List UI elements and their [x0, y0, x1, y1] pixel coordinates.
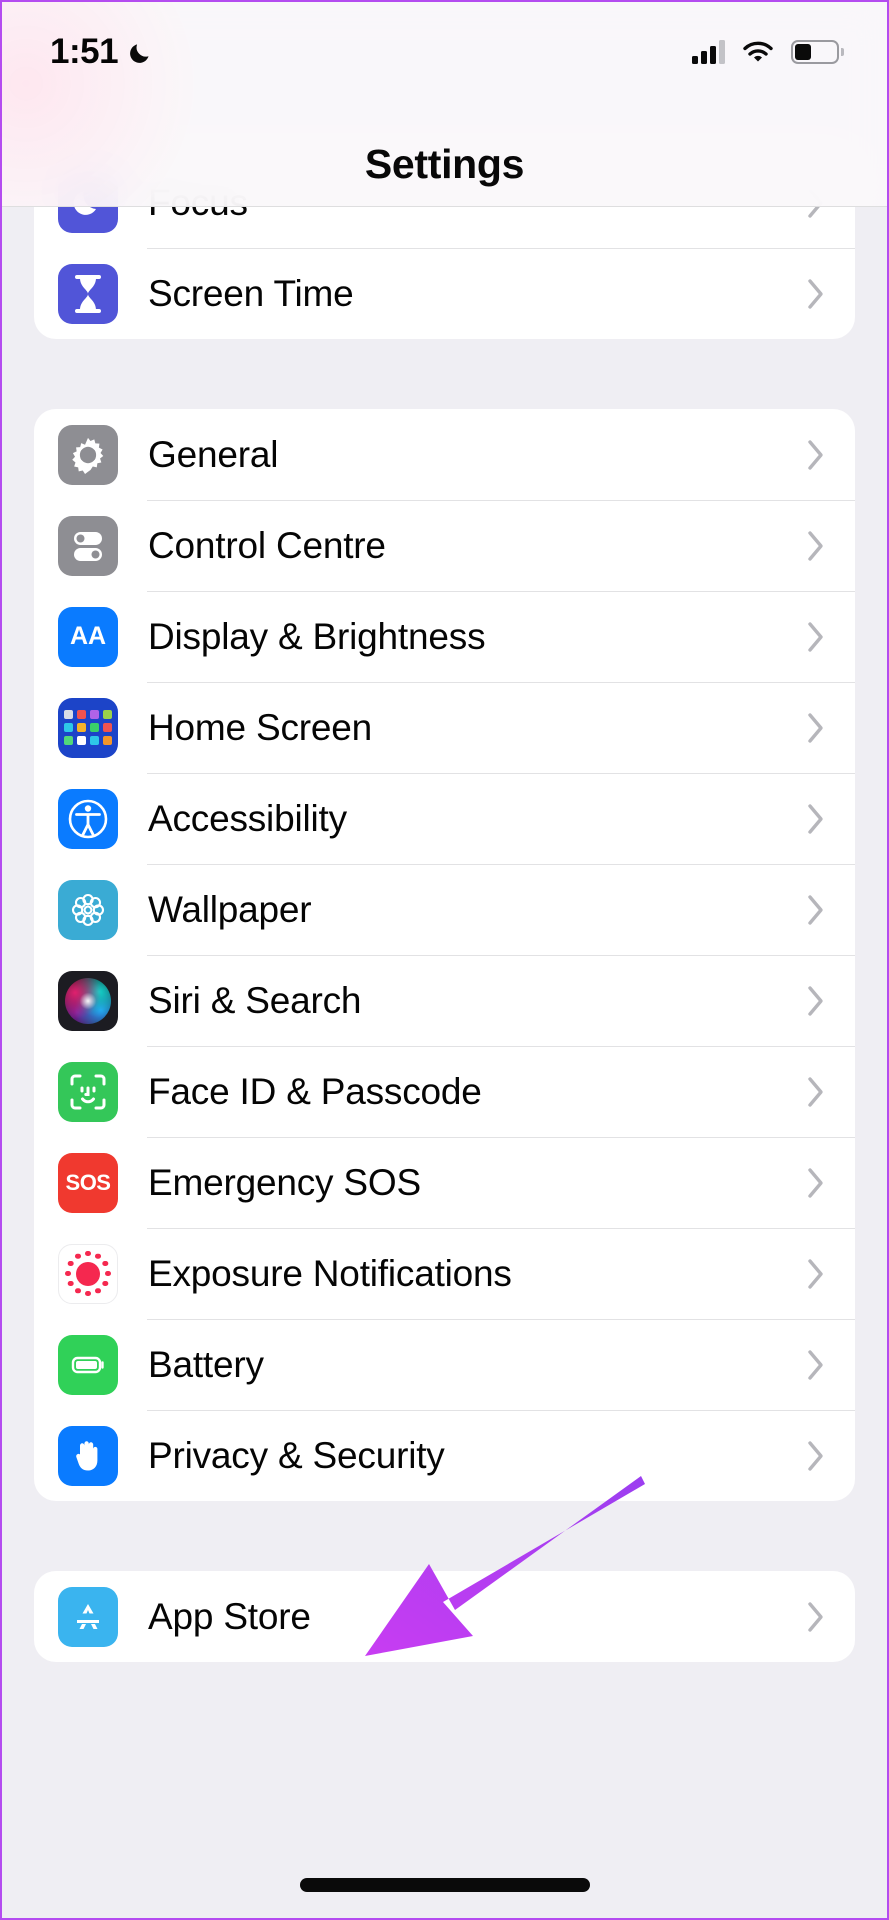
- accessibility-icon: [58, 788, 118, 849]
- settings-row-label: App Store: [148, 1595, 311, 1637]
- settings-scroll-view[interactable]: Focus Screen Time: [2, 2, 887, 1918]
- siri-orb-icon: [58, 970, 118, 1031]
- settings-row-app-store[interactable]: App Store: [34, 1571, 855, 1662]
- settings-row-label: Battery: [148, 1343, 264, 1385]
- chevron-right-icon: [807, 985, 825, 1017]
- chevron-right-icon: [807, 1601, 825, 1633]
- system-group: General Control Centre AA Display & Brig…: [34, 409, 855, 1501]
- chevron-right-icon: [807, 803, 825, 835]
- settings-row-label: Display & Brightness: [148, 615, 486, 657]
- siri-orb-gradient: [65, 977, 111, 1024]
- battery-icon: [58, 1334, 118, 1395]
- aa-glyph: AA: [69, 622, 107, 650]
- chevron-right-icon: [807, 894, 825, 926]
- chevron-right-icon: [807, 1349, 825, 1381]
- text-size-aa-icon: AA: [58, 606, 118, 667]
- battery-icon: [791, 40, 844, 64]
- app-grid-icon: [58, 697, 118, 758]
- gear-icon: [58, 424, 118, 485]
- settings-row-label: Home Screen: [148, 706, 373, 748]
- settings-row-battery[interactable]: Battery: [34, 1319, 855, 1410]
- settings-row-label: Control Centre: [148, 524, 386, 566]
- settings-row-label: Accessibility: [148, 797, 347, 839]
- app-store-icon: [58, 1586, 118, 1647]
- crescent-moon-icon: [130, 44, 149, 63]
- status-bar-right: [692, 40, 844, 64]
- settings-row-label: Screen Time: [148, 272, 354, 314]
- chevron-right-icon: [807, 712, 825, 744]
- app-grid-dots: [64, 710, 112, 745]
- iphone-settings-screen: Focus Screen Time: [2, 2, 887, 1918]
- hand-icon: [58, 1425, 118, 1486]
- status-bar: 1:51: [2, 2, 887, 102]
- cellular-signal-icon: [692, 40, 725, 64]
- settings-row-control-centre[interactable]: Control Centre: [34, 500, 855, 591]
- page-title: Settings: [364, 141, 525, 187]
- settings-row-general[interactable]: General: [34, 409, 855, 500]
- chevron-right-icon: [807, 439, 825, 471]
- flower-icon: [58, 879, 118, 940]
- chevron-right-icon: [807, 621, 825, 653]
- settings-row-exposure-notifications[interactable]: Exposure Notifications: [34, 1228, 855, 1319]
- exposure-dots-icon: [58, 1243, 118, 1304]
- settings-row-label: Emergency SOS: [148, 1161, 421, 1203]
- wifi-icon: [743, 41, 773, 62]
- settings-row-accessibility[interactable]: Accessibility: [34, 773, 855, 864]
- settings-row-display-brightness[interactable]: AA Display & Brightness: [34, 591, 855, 682]
- settings-row-label: Privacy & Security: [148, 1434, 445, 1476]
- face-id-icon: [58, 1061, 118, 1122]
- chevron-right-icon: [807, 1076, 825, 1108]
- settings-row-label: Face ID & Passcode: [148, 1070, 482, 1112]
- settings-row-emergency-sos[interactable]: SOS Emergency SOS: [34, 1137, 855, 1228]
- settings-row-face-id-passcode[interactable]: Face ID & Passcode: [34, 1046, 855, 1137]
- chevron-right-icon: [807, 1440, 825, 1472]
- chevron-right-icon: [807, 530, 825, 562]
- sos-icon: SOS: [58, 1152, 118, 1213]
- settings-row-label: Siri & Search: [148, 979, 362, 1021]
- exposure-dots-ring: [63, 1249, 113, 1299]
- apps-group: App Store: [34, 1571, 855, 1662]
- hourglass-icon: [58, 263, 118, 324]
- sos-glyph: SOS: [65, 1169, 111, 1195]
- settings-row-label: General: [148, 433, 279, 475]
- settings-row-privacy-security[interactable]: Privacy & Security: [34, 1410, 855, 1501]
- home-indicator: [299, 1878, 590, 1892]
- status-bar-left: 1:51: [50, 32, 154, 72]
- chevron-right-icon: [807, 1258, 825, 1290]
- chevron-right-icon: [807, 278, 825, 310]
- toggles-icon: [58, 515, 118, 576]
- settings-row-label: Wallpaper: [148, 888, 312, 930]
- settings-row-label: Exposure Notifications: [148, 1252, 512, 1294]
- settings-row-screen-time[interactable]: Screen Time: [34, 248, 855, 339]
- settings-row-siri-search[interactable]: Siri & Search: [34, 955, 855, 1046]
- chevron-right-icon: [807, 1167, 825, 1199]
- settings-row-wallpaper[interactable]: Wallpaper: [34, 864, 855, 955]
- settings-row-home-screen[interactable]: Home Screen: [34, 682, 855, 773]
- status-bar-time: 1:51: [50, 32, 119, 71]
